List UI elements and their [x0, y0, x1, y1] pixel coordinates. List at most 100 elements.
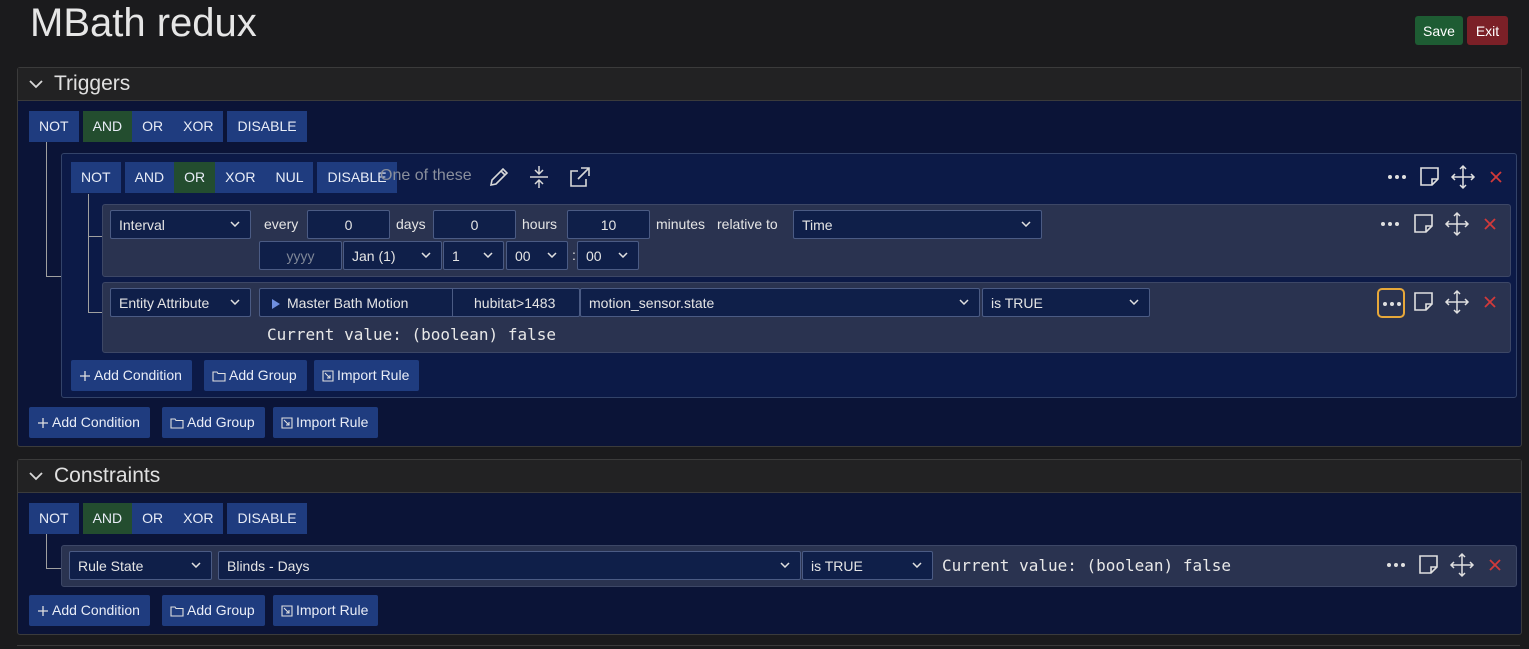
- note-icon[interactable]: [1411, 289, 1437, 315]
- add-group-label: Add Group: [187, 602, 255, 618]
- minutes-input[interactable]: 10: [567, 210, 650, 239]
- chevron-down-icon[interactable]: [26, 466, 46, 486]
- close-icon[interactable]: [1477, 289, 1503, 315]
- relative-label: relative to: [717, 216, 778, 232]
- operator-value: is TRUE: [811, 558, 863, 574]
- op-not[interactable]: NOT: [29, 503, 79, 534]
- minutes-label: minutes: [656, 216, 706, 232]
- op-or[interactable]: OR: [132, 111, 174, 142]
- constraints-title: Constraints: [54, 464, 161, 487]
- op-and[interactable]: AND: [124, 162, 175, 193]
- move-icon[interactable]: [1444, 289, 1470, 315]
- chevron-down-icon: [1129, 299, 1139, 305]
- op-not[interactable]: NOT: [29, 111, 79, 142]
- import-icon: [281, 417, 293, 429]
- pencil-icon[interactable]: [486, 164, 512, 190]
- op-not[interactable]: NOT: [71, 162, 121, 193]
- op-xor[interactable]: XOR: [215, 162, 266, 193]
- operator-select[interactable]: is TRUE: [802, 551, 933, 580]
- divider: [452, 288, 453, 317]
- relative-select[interactable]: Time: [793, 210, 1042, 239]
- month-select[interactable]: Jan (1): [343, 241, 442, 270]
- constraints-header[interactable]: Constraints: [18, 460, 1521, 493]
- chevron-down-icon: [959, 299, 969, 305]
- operator-select[interactable]: is TRUE: [982, 288, 1150, 317]
- hours-input[interactable]: 0: [433, 210, 516, 239]
- rule-select[interactable]: Blinds - Days: [218, 551, 801, 580]
- close-icon[interactable]: [1477, 211, 1503, 237]
- close-icon[interactable]: [1483, 164, 1509, 190]
- move-icon[interactable]: [1444, 211, 1470, 237]
- entity-name: Master Bath Motion: [287, 295, 409, 311]
- minute-select[interactable]: 00: [577, 241, 639, 270]
- condition-type-value: Interval: [119, 217, 165, 233]
- op-and[interactable]: AND: [82, 111, 133, 142]
- op-disable[interactable]: DISABLE: [227, 111, 307, 142]
- more-options-icon[interactable]: [1377, 288, 1405, 318]
- every-label: every: [264, 216, 299, 232]
- more-options-icon[interactable]: [1384, 164, 1410, 190]
- days-input[interactable]: 0: [307, 210, 390, 239]
- add-condition-button[interactable]: Add Condition: [71, 360, 192, 391]
- entity-picker[interactable]: Master Bath Motion hubitat>1483: [259, 288, 580, 317]
- more-options-icon[interactable]: [1383, 552, 1409, 578]
- import-icon: [281, 605, 293, 617]
- attribute-select[interactable]: motion_sensor.state: [580, 288, 980, 317]
- import-icon: [322, 370, 334, 382]
- op-or[interactable]: OR: [174, 162, 216, 193]
- year-input[interactable]: yyyy: [259, 241, 342, 270]
- constraints-root-operators: NOT AND OR XOR DISABLE: [29, 503, 307, 534]
- day-select[interactable]: 1: [443, 241, 504, 270]
- chevron-down-icon: [483, 252, 493, 258]
- chevron-down-icon[interactable]: [26, 74, 46, 94]
- add-group-button[interactable]: Add Group: [162, 595, 265, 626]
- add-condition-label: Add Condition: [52, 602, 140, 618]
- minute-value: 00: [586, 248, 602, 264]
- add-group-button[interactable]: Add Group: [204, 360, 307, 391]
- import-rule-button[interactable]: Import Rule: [314, 360, 420, 391]
- plus-icon: [38, 418, 48, 428]
- op-or[interactable]: OR: [132, 503, 174, 534]
- group-label: One of these: [380, 167, 472, 184]
- more-options-icon[interactable]: [1377, 211, 1403, 237]
- add-condition-button[interactable]: Add Condition: [29, 407, 150, 438]
- import-rule-button[interactable]: Import Rule: [273, 407, 379, 438]
- op-nul[interactable]: NUL: [265, 162, 314, 193]
- chevron-down-icon: [547, 252, 557, 258]
- hour-select[interactable]: 00: [506, 241, 568, 270]
- plus-icon: [38, 606, 48, 616]
- days-label: days: [396, 216, 426, 232]
- current-value: Current value: (boolean) false: [267, 325, 556, 344]
- op-xor[interactable]: XOR: [173, 503, 224, 534]
- current-value: Current value: (boolean) false: [942, 556, 1231, 575]
- op-and[interactable]: AND: [82, 503, 133, 534]
- collapse-icon[interactable]: [526, 164, 552, 190]
- close-icon[interactable]: [1482, 552, 1508, 578]
- note-icon[interactable]: [1417, 164, 1443, 190]
- note-icon[interactable]: [1416, 552, 1442, 578]
- exit-button[interactable]: Exit: [1467, 16, 1508, 45]
- chevron-down-icon: [780, 562, 790, 568]
- add-group-button[interactable]: Add Group: [162, 407, 265, 438]
- save-button[interactable]: Save: [1415, 16, 1463, 45]
- condition-type-select[interactable]: Interval: [110, 210, 251, 239]
- triggers-header[interactable]: Triggers: [18, 68, 1521, 101]
- note-icon[interactable]: [1411, 211, 1437, 237]
- op-disable[interactable]: DISABLE: [227, 503, 307, 534]
- trigger-group: NOT AND OR XOR NUL DISABLE One of these: [61, 153, 1517, 398]
- add-condition-button[interactable]: Add Condition: [29, 595, 150, 626]
- external-link-icon[interactable]: [567, 164, 593, 190]
- import-rule-label: Import Rule: [296, 602, 369, 618]
- import-rule-button[interactable]: Import Rule: [273, 595, 379, 626]
- move-icon[interactable]: [1450, 164, 1476, 190]
- move-icon[interactable]: [1449, 552, 1475, 578]
- op-xor[interactable]: XOR: [173, 111, 224, 142]
- condition-type-select[interactable]: Rule State: [69, 551, 212, 580]
- group-operators: NOT AND OR XOR NUL DISABLE: [71, 162, 397, 193]
- entity-id: hubitat>1483: [474, 295, 556, 311]
- tree-connector: [46, 534, 61, 569]
- rule-state-condition: Rule State Blinds - Days is TRUE Current…: [61, 545, 1517, 587]
- next-section-edge: [17, 645, 1520, 649]
- condition-type-select[interactable]: Entity Attribute: [110, 288, 251, 317]
- folder-icon: [212, 371, 226, 382]
